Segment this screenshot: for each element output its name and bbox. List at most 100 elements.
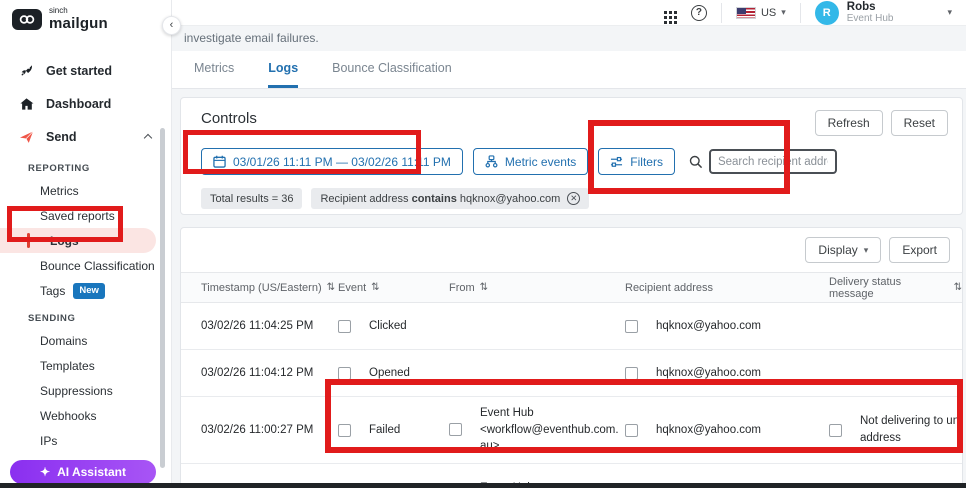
sidebar-scrollbar[interactable] — [160, 128, 165, 468]
sidebar-item-saved-reports[interactable]: Saved reports — [0, 203, 171, 228]
ai-assistant-button[interactable]: ✦ AI Assistant — [10, 460, 156, 484]
user-menu[interactable]: R Robs Event Hub ▾ — [814, 0, 952, 25]
from-checkbox[interactable] — [449, 423, 462, 437]
chevron-down-icon: ▾ — [863, 244, 869, 255]
search-icon — [689, 155, 703, 169]
sidebar-item-get-started[interactable]: Get started — [0, 54, 171, 87]
recipient-checkbox[interactable] — [625, 366, 638, 380]
user-org: Event Hub — [846, 13, 894, 25]
timestamp-cell: 03/02/26 11:04:25 PM — [201, 320, 314, 332]
sidebar-item-domains[interactable]: Domains — [0, 328, 171, 353]
reset-button[interactable]: Reset — [890, 110, 948, 136]
sort-icon[interactable]: ⇅ — [371, 282, 379, 293]
metric-events-button[interactable]: Metric events — [472, 148, 589, 175]
event-checkbox[interactable] — [338, 366, 351, 380]
main-content: ? US ▾ R Robs Event Hub ▾ investigate em… — [172, 0, 966, 488]
calendar-icon — [213, 155, 226, 168]
tab-bar: Metrics Logs Bounce Classification — [172, 51, 966, 89]
user-name: Robs — [846, 0, 876, 13]
brand-logo[interactable]: sinch mailgun — [0, 0, 171, 36]
topbar-divider — [799, 2, 801, 23]
sort-icon[interactable]: ⇅ — [954, 282, 962, 293]
sidebar-item-tags[interactable]: Tags New — [0, 278, 171, 303]
window-bottom-bar — [0, 483, 966, 488]
page-description: investigate email failures. — [184, 31, 319, 45]
tab-metrics[interactable]: Metrics — [194, 51, 234, 88]
export-button[interactable]: Export — [889, 237, 950, 263]
sidebar-item-send[interactable]: Send — [0, 120, 171, 153]
filter-chip: Recipient address contains hqknox@yahoo.… — [311, 188, 590, 209]
section-sending: SENDING — [28, 313, 76, 324]
sidebar-item-label: Get started — [46, 63, 112, 78]
refresh-button[interactable]: Refresh — [814, 110, 883, 136]
event-checkbox[interactable] — [338, 423, 351, 437]
sparkle-icon: ✦ — [40, 465, 51, 479]
timestamp-cell: 03/02/26 11:00:27 PM — [201, 424, 314, 436]
chevron-down-icon: ▾ — [781, 7, 786, 17]
sidebar-item-templates[interactable]: Templates — [0, 353, 171, 378]
home-icon — [18, 96, 34, 112]
status-cell: Not delivering to unsubscribed address — [860, 414, 963, 444]
sidebar: sinch mailgun Get started Dashboard Send… — [0, 0, 172, 488]
logs-table-card: Display ▾ Export Timestamp (US/Eastern) ⇅… — [180, 227, 963, 488]
chevron-down-icon: ▾ — [947, 7, 952, 17]
metric-events-icon — [485, 155, 498, 168]
date-range-button[interactable]: 03/01/26 11:11 PM — 03/02/26 11:11 PM — [201, 148, 463, 175]
event-cell: Opened — [369, 367, 410, 379]
sidebar-item-label: Send — [46, 129, 77, 144]
new-badge: New — [73, 282, 105, 299]
send-icon — [18, 129, 34, 145]
us-flag-icon — [735, 6, 756, 19]
from-cell: Event Hub <workflow@eventhub.com. au> — [480, 406, 619, 453]
table-row: 03/02/26 11:00:27 PM Failed Event Hub <w… — [181, 397, 962, 464]
event-checkbox[interactable] — [338, 319, 351, 333]
sidebar-collapse-button[interactable]: ‹ — [162, 16, 181, 35]
recipient-checkbox[interactable] — [625, 319, 638, 333]
sidebar-item-logs[interactable]: Logs — [0, 228, 156, 253]
controls-card: Controls Refresh Reset 03/01/26 11:11 PM… — [180, 97, 963, 215]
topbar-divider — [720, 2, 722, 23]
sinch-logo-icon — [12, 9, 42, 30]
tab-bounce-classification[interactable]: Bounce Classification — [332, 51, 452, 88]
brand-super: sinch — [49, 6, 68, 15]
filters-button[interactable]: Filters — [598, 148, 675, 175]
sidebar-item-suppressions[interactable]: Suppressions — [0, 378, 171, 403]
sidebar-item-dashboard[interactable]: Dashboard — [0, 87, 171, 120]
sidebar-item-metrics[interactable]: Metrics — [0, 178, 171, 203]
recipient-cell: hqknox@yahoo.com — [656, 424, 762, 436]
status-checkbox[interactable] — [829, 423, 842, 437]
tab-logs[interactable]: Logs — [268, 51, 299, 88]
section-reporting: REPORTING — [28, 163, 90, 174]
table-row: 03/02/26 11:04:25 PM Clicked hqknox@yaho… — [181, 303, 962, 350]
display-button[interactable]: Display ▾ — [805, 237, 882, 263]
sidebar-item-bounce-classification[interactable]: Bounce Classification — [0, 253, 171, 278]
sort-icon[interactable]: ⇅ — [327, 282, 335, 293]
sidebar-item-label: Dashboard — [46, 96, 112, 111]
locale-selector[interactable]: US ▾ — [735, 6, 786, 19]
locale-code: US — [760, 6, 777, 19]
total-results-chip: Total results = 36 — [201, 188, 303, 209]
timestamp-cell: 03/02/26 11:04:12 PM — [201, 367, 314, 379]
sort-icon[interactable]: ⇅ — [480, 282, 488, 293]
recipient-cell: hqknox@yahoo.com — [656, 320, 762, 332]
recipient-checkbox[interactable] — [625, 423, 638, 437]
table-header-row: Timestamp (US/Eastern) ⇅ Event ⇅ From ⇅ Rec… — [181, 272, 962, 303]
search-input[interactable] — [708, 149, 837, 174]
help-icon[interactable]: ? — [690, 4, 707, 21]
event-cell: Failed — [369, 424, 401, 436]
remove-filter-icon[interactable]: ✕ — [567, 192, 581, 205]
filters-icon — [610, 156, 623, 168]
app-window: sinch mailgun Get started Dashboard Send… — [0, 0, 966, 488]
table-row: 03/02/26 11:04:12 PM Opened hqknox@yahoo… — [181, 350, 962, 397]
brand-name: mailgun — [49, 15, 108, 32]
rocket-icon — [18, 63, 34, 79]
avatar: R — [814, 0, 839, 25]
apps-grid-icon[interactable] — [663, 11, 667, 14]
controls-title: Controls — [201, 110, 257, 127]
chevron-up-icon — [143, 133, 153, 143]
topbar: ? US ▾ R Robs Event Hub ▾ — [172, 0, 966, 26]
recipient-cell: hqknox@yahoo.com — [656, 367, 762, 379]
sidebar-item-ips[interactable]: IPs — [0, 428, 171, 453]
sidebar-item-webhooks[interactable]: Webhooks — [0, 403, 171, 428]
event-cell: Clicked — [369, 320, 407, 332]
